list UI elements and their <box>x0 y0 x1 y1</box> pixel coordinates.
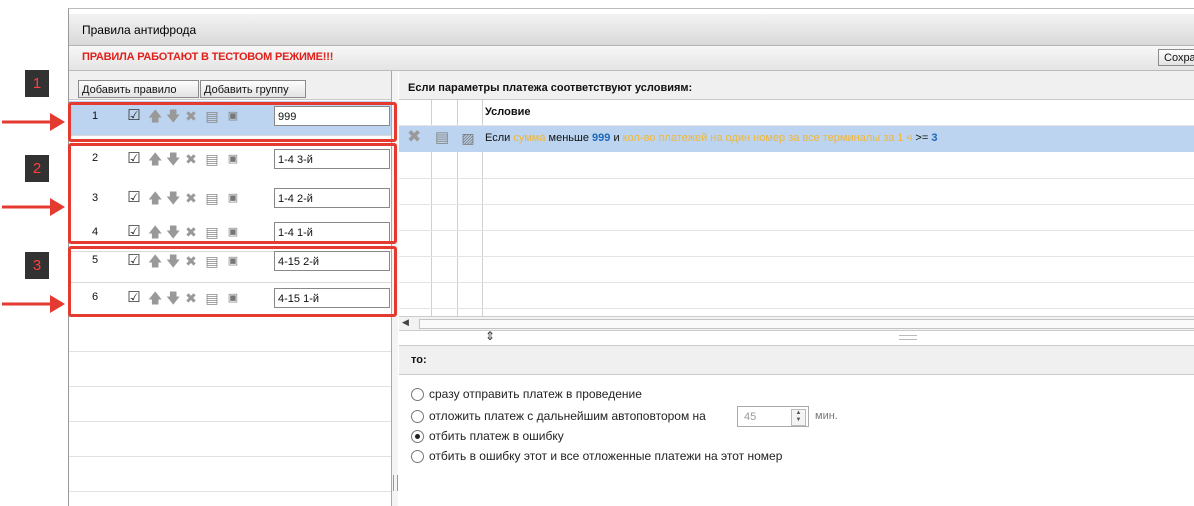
list-item <box>69 352 391 387</box>
grid-line <box>399 178 1194 179</box>
arrow-rule-3 <box>2 198 65 216</box>
conditions-header: Если параметры платежа соответствуют усл… <box>399 71 1194 100</box>
then-header: то: <box>399 345 1194 375</box>
window-title: Правила антифрода <box>82 23 197 37</box>
grid-line <box>399 282 1194 283</box>
condition-operator: меньше <box>548 132 589 144</box>
splitter-grip <box>393 475 398 491</box>
condition-text: Если сумма меньше 999 и кол-во платежей … <box>485 132 937 144</box>
splitter-grip <box>899 335 917 340</box>
warning-bar: ПРАВИЛА РАБОТАЮТ В ТЕСТОВОМ РЕЖИМЕ!!! Со… <box>69 46 1194 71</box>
save-button[interactable]: Сохра <box>1158 49 1194 66</box>
annotation-3: 3 <box>25 252 49 279</box>
highlight-group-1 <box>68 102 397 142</box>
conditions-grid: Условие ✖ ▤ ▨ Если сумма меньше 999 и ко… <box>399 100 1194 318</box>
condition-operator: >= <box>915 132 929 144</box>
option-delay-retry[interactable]: отложить платеж с дальнейшим автоповторо… <box>411 406 881 427</box>
edit-page-icon[interactable]: ▨ <box>461 131 475 145</box>
list-item <box>69 457 391 492</box>
delay-unit: мин. <box>815 410 838 422</box>
delay-value: 45 <box>744 411 757 423</box>
condition-row[interactable]: ✖ ▤ ▨ Если сумма меньше 999 и кол-во пла… <box>399 126 1194 152</box>
add-rule-button[interactable]: Добавить правило <box>78 80 199 98</box>
annotation-2: 2 <box>25 155 49 182</box>
delay-minutes-input[interactable]: 45 ▲ ▼ <box>737 406 809 427</box>
arrow-rule-1 <box>2 113 65 131</box>
option-label: сразу отправить платеж в проведение <box>429 387 642 401</box>
test-mode-warning: ПРАВИЛА РАБОТАЮТ В ТЕСТОВОМ РЕЖИМЕ!!! <box>82 51 334 63</box>
condition-value: 999 <box>592 132 611 144</box>
stepper-icon[interactable]: ▲ ▼ <box>791 409 806 426</box>
window-titlebar: Правила антифрода <box>69 14 1194 46</box>
resize-handle-icon[interactable]: ⇕ <box>485 329 495 343</box>
condition-value: 3 <box>931 132 938 144</box>
horizontal-scrollbar[interactable]: ◀ <box>399 316 1194 331</box>
then-label: то: <box>411 354 427 366</box>
horizontal-splitter[interactable]: ⇕ <box>399 329 1194 345</box>
grid-line <box>399 308 1194 309</box>
arrow-rule-6 <box>2 295 65 313</box>
scrollbar-thumb[interactable] <box>419 319 1194 329</box>
add-group-button[interactable]: Добавить группу <box>200 80 306 98</box>
list-item <box>69 422 391 457</box>
annotation-1: 1 <box>25 70 49 97</box>
list-item <box>69 317 391 352</box>
highlight-group-2 <box>68 143 397 244</box>
radio-button[interactable] <box>411 410 424 423</box>
radio-button[interactable] <box>411 450 424 463</box>
delete-icon[interactable]: ✖ <box>407 128 421 145</box>
highlight-group-3 <box>68 246 397 317</box>
condition-field-sum: сумма <box>513 132 546 144</box>
option-label: отбить в ошибку этот и все отложенные пл… <box>429 449 783 463</box>
option-label: отложить платеж с дальнейшим автоповторо… <box>429 409 706 423</box>
condition-column-header: Условие <box>485 106 531 118</box>
option-label: отбить платеж в ошибку <box>429 429 564 443</box>
radio-button-selected[interactable] <box>411 430 424 443</box>
clipboard-icon[interactable]: ▤ <box>435 130 449 145</box>
grid-line <box>399 230 1194 231</box>
conditions-title: Если параметры платежа соответствуют усл… <box>408 82 693 94</box>
grid-line <box>399 204 1194 205</box>
scroll-left-icon[interactable]: ◀ <box>402 317 409 328</box>
rules-toolbar: Добавить правило Добавить группу <box>69 71 391 100</box>
condition-field-count: кол-во платежей на один номер за все тер… <box>622 132 913 144</box>
condition-prefix: Если <box>485 132 511 144</box>
list-item <box>69 387 391 422</box>
grid-line <box>399 256 1194 257</box>
condition-conjunction: и <box>613 132 620 144</box>
conditions-panel: Если параметры платежа соответствуют усл… <box>399 71 1194 506</box>
radio-button[interactable] <box>411 388 424 401</box>
